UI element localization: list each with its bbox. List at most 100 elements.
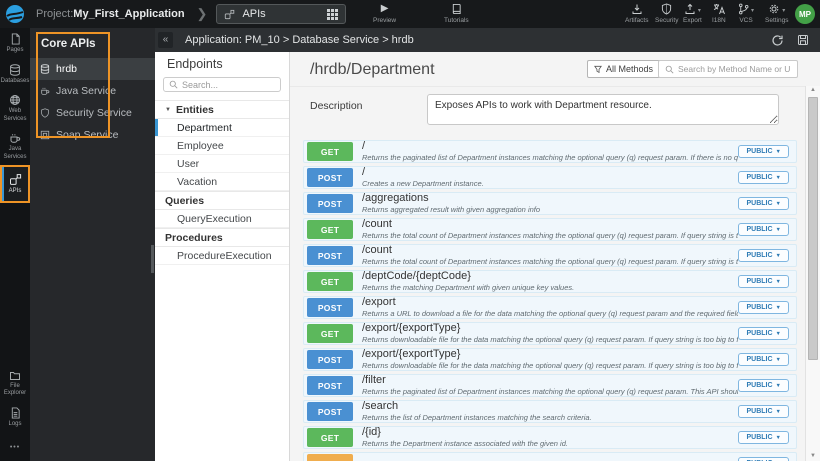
top-bar: Project:My_First_Application ❯ APIs ▶ Pr… xyxy=(0,0,820,28)
endpoint-description: Returns the total count of Department in… xyxy=(362,230,739,240)
endpoint-row[interactable]: PUT PUBLIC ▼ xyxy=(303,452,797,461)
endpoint-row[interactable]: POST /export/{exportType} Returns downlo… xyxy=(303,348,797,371)
endpoint-path: /filter xyxy=(362,375,386,387)
vcs-button[interactable]: ▾ VCS xyxy=(738,3,754,24)
access-dropdown[interactable]: PUBLIC ▼ xyxy=(738,171,789,184)
section-entities[interactable]: ▼ Entities xyxy=(155,100,289,119)
access-dropdown[interactable]: PUBLIC ▼ xyxy=(738,301,789,314)
method-search-input[interactable] xyxy=(678,64,791,74)
scroll-down-arrow[interactable]: ▼ xyxy=(806,453,820,459)
chevron-down-icon: ▼ xyxy=(775,252,781,259)
endpoint-item-queryexecution[interactable]: QueryExecution xyxy=(155,210,289,228)
endpoint-row[interactable]: POST /count Returns the total count of D… xyxy=(303,244,797,267)
user-avatar[interactable]: MP xyxy=(795,4,815,24)
access-dropdown[interactable]: PUBLIC ▼ xyxy=(738,353,789,366)
collapse-panel-button[interactable]: « xyxy=(158,32,173,48)
endpoint-description: Returns the total count of Department in… xyxy=(362,256,739,266)
core-api-item-soap-service[interactable]: Soap Service xyxy=(30,124,155,146)
panel-scrollbar-thumb[interactable] xyxy=(151,245,154,273)
endpoint-path: /export xyxy=(362,297,396,309)
method-search[interactable] xyxy=(658,60,798,78)
scrollbar-thumb[interactable] xyxy=(808,97,818,360)
upload-tray-icon xyxy=(684,3,696,15)
sidebar-item-java-services[interactable]: Java Services xyxy=(0,127,30,165)
endpoint-row[interactable]: POST / Creates a new Department instance… xyxy=(303,166,797,189)
wavemaker-logo-icon[interactable] xyxy=(0,0,30,28)
endpoint-row[interactable]: GET /export/{exportType} Returns downloa… xyxy=(303,322,797,345)
sidebar-item-apis[interactable]: APIs xyxy=(0,165,30,203)
endpoint-item-vacation[interactable]: Vacation xyxy=(155,173,289,191)
section-queries[interactable]: Queries xyxy=(155,191,289,210)
sidebar-item-logs[interactable]: Logs xyxy=(0,402,30,433)
core-api-item-java-service[interactable]: Java Service xyxy=(30,80,155,102)
sidebar-item-web-services[interactable]: Web Services xyxy=(0,89,30,127)
endpoint-row[interactable]: GET /{id} Returns the Department instanc… xyxy=(303,426,797,449)
endpoint-path: /aggregations xyxy=(362,193,429,205)
endpoint-row[interactable]: GET /count Returns the total count of De… xyxy=(303,218,797,241)
i18n-button[interactable]: I18N xyxy=(712,3,726,24)
artifacts-button[interactable]: Artifacts xyxy=(625,3,648,24)
endpoint-path: /search xyxy=(362,401,399,413)
endpoint-path: /export/{exportType} xyxy=(362,323,461,335)
security-button[interactable]: Security xyxy=(655,3,678,24)
endpoint-path: / xyxy=(362,167,366,179)
breadcrumb: Application: PM_10 > Database Service > … xyxy=(185,34,414,46)
sidebar-item-file-explorer[interactable]: File Explorer xyxy=(0,365,30,402)
coffee-icon xyxy=(40,86,50,96)
sidebar-item-pages[interactable]: Pages xyxy=(0,28,30,59)
workspace-selector-label: APIs xyxy=(242,8,266,20)
access-dropdown[interactable]: PUBLIC ▼ xyxy=(738,275,789,288)
method-badge: GET xyxy=(307,220,353,239)
preview-button[interactable]: ▶ Preview xyxy=(373,3,396,24)
endpoint-row[interactable]: POST /aggregations Returns aggregated re… xyxy=(303,192,797,215)
endpoint-path: /deptCode/{deptCode} xyxy=(362,271,471,283)
endpoint-row[interactable]: POST /export Returns a URL to download a… xyxy=(303,296,797,319)
endpoint-description: Returns a URL to download a file for the… xyxy=(362,308,739,318)
settings-button[interactable]: ▾ Settings xyxy=(765,3,789,24)
grid-icon[interactable] xyxy=(327,8,339,20)
tutorials-button[interactable]: Tutorials xyxy=(444,3,469,24)
access-dropdown[interactable]: PUBLIC ▼ xyxy=(738,431,789,444)
chevron-down-icon: ▼ xyxy=(775,200,781,207)
section-procedures[interactable]: Procedures xyxy=(155,228,289,247)
chevron-down-icon: ▼ xyxy=(775,356,781,363)
save-icon[interactable] xyxy=(797,34,809,46)
access-dropdown[interactable]: PUBLIC ▼ xyxy=(738,379,789,392)
endpoints-title: Endpoints xyxy=(167,57,223,71)
access-dropdown[interactable]: PUBLIC ▼ xyxy=(738,197,789,210)
sidebar-item-databases[interactable]: Databases xyxy=(0,59,30,90)
core-api-item-hrdb[interactable]: hrdb xyxy=(30,58,155,80)
endpoint-row[interactable]: POST /search Returns the list of Departm… xyxy=(303,400,797,423)
more-options-icon[interactable]: ••• xyxy=(10,432,20,461)
endpoint-row[interactable]: POST /filter Returns the paginated list … xyxy=(303,374,797,397)
endpoints-search[interactable] xyxy=(163,77,281,92)
api-icon xyxy=(9,173,22,186)
core-api-item-security-service[interactable]: Security Service xyxy=(30,102,155,124)
access-dropdown[interactable]: PUBLIC ▼ xyxy=(738,327,789,340)
folder-icon xyxy=(9,370,21,381)
access-dropdown[interactable]: PUBLIC ▼ xyxy=(738,405,789,418)
core-apis-panel: Core APIs hrdb Java Service Security Ser… xyxy=(30,28,155,461)
access-dropdown[interactable]: PUBLIC ▼ xyxy=(738,457,789,461)
export-button[interactable]: ▾ Export xyxy=(683,3,702,24)
endpoint-path: /{id} xyxy=(362,427,381,439)
description-textarea[interactable]: Exposes APIs to work with Department res… xyxy=(427,94,779,125)
access-dropdown[interactable]: PUBLIC ▼ xyxy=(738,223,789,236)
endpoint-row[interactable]: GET /deptCode/{deptCode} Returns the mat… xyxy=(303,270,797,293)
refresh-icon[interactable] xyxy=(771,34,784,47)
endpoint-item-procedureexecution[interactable]: ProcedureExecution xyxy=(155,247,289,265)
endpoints-search-input[interactable] xyxy=(182,79,272,90)
endpoint-item-department[interactable]: Department xyxy=(155,119,289,137)
endpoint-item-user[interactable]: User xyxy=(155,155,289,173)
scroll-up-arrow[interactable]: ▲ xyxy=(806,87,820,93)
endpoint-path: /export/{exportType} xyxy=(362,349,461,361)
access-dropdown[interactable]: PUBLIC ▼ xyxy=(738,249,789,262)
play-icon: ▶ xyxy=(380,3,389,14)
access-dropdown[interactable]: PUBLIC ▼ xyxy=(738,145,789,158)
method-badge: POST xyxy=(307,298,353,317)
endpoint-item-employee[interactable]: Employee xyxy=(155,137,289,155)
endpoint-row[interactable]: GET / Returns the paginated list of Depa… xyxy=(303,140,797,163)
workspace-selector[interactable]: APIs xyxy=(216,4,347,24)
vertical-scrollbar[interactable]: ▲ ▼ xyxy=(805,86,820,461)
endpoint-description: Returns aggregated result with given agg… xyxy=(362,204,541,214)
